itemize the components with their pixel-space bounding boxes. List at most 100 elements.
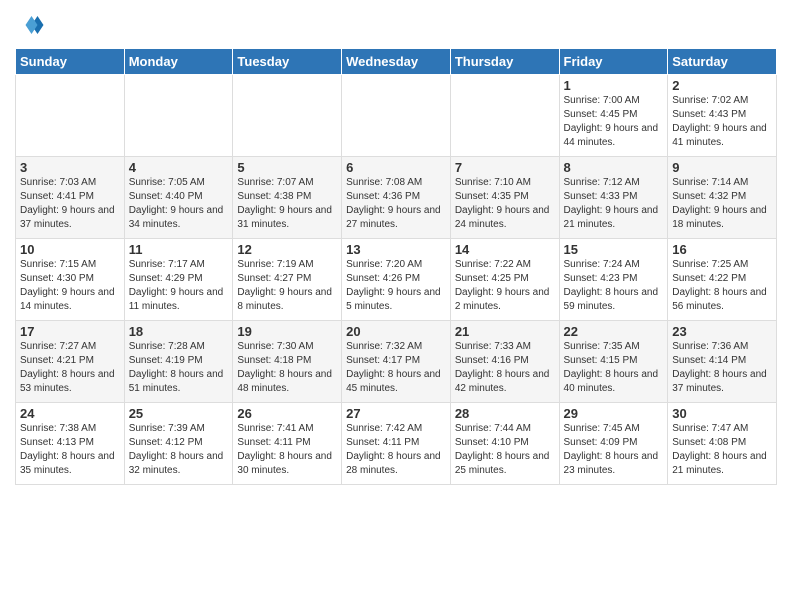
calendar-cell: 22Sunrise: 7:35 AM Sunset: 4:15 PM Dayli… xyxy=(559,321,668,403)
day-number: 2 xyxy=(672,78,772,93)
day-number: 8 xyxy=(564,160,664,175)
day-number: 30 xyxy=(672,406,772,421)
day-info: Sunrise: 7:38 AM Sunset: 4:13 PM Dayligh… xyxy=(20,422,120,478)
calendar-cell: 20Sunrise: 7:32 AM Sunset: 4:17 PM Dayli… xyxy=(342,321,451,403)
day-info: Sunrise: 7:39 AM Sunset: 4:12 PM Dayligh… xyxy=(129,422,229,478)
day-info: Sunrise: 7:45 AM Sunset: 4:09 PM Dayligh… xyxy=(564,422,664,478)
day-info: Sunrise: 7:12 AM Sunset: 4:33 PM Dayligh… xyxy=(564,176,664,232)
day-info: Sunrise: 7:27 AM Sunset: 4:21 PM Dayligh… xyxy=(20,340,120,396)
calendar-cell: 23Sunrise: 7:36 AM Sunset: 4:14 PM Dayli… xyxy=(668,321,777,403)
day-info: Sunrise: 7:15 AM Sunset: 4:30 PM Dayligh… xyxy=(20,258,120,314)
day-number: 3 xyxy=(20,160,120,175)
day-info: Sunrise: 7:25 AM Sunset: 4:22 PM Dayligh… xyxy=(672,258,772,314)
calendar-cell: 4Sunrise: 7:05 AM Sunset: 4:40 PM Daylig… xyxy=(124,157,233,239)
day-number: 9 xyxy=(672,160,772,175)
calendar-cell: 27Sunrise: 7:42 AM Sunset: 4:11 PM Dayli… xyxy=(342,403,451,485)
day-number: 23 xyxy=(672,324,772,339)
calendar-day-header: Wednesday xyxy=(342,49,451,75)
calendar-week-row: 3Sunrise: 7:03 AM Sunset: 4:41 PM Daylig… xyxy=(16,157,777,239)
day-info: Sunrise: 7:10 AM Sunset: 4:35 PM Dayligh… xyxy=(455,176,555,232)
day-number: 10 xyxy=(20,242,120,257)
calendar-cell: 28Sunrise: 7:44 AM Sunset: 4:10 PM Dayli… xyxy=(450,403,559,485)
day-number: 4 xyxy=(129,160,229,175)
calendar-cell: 6Sunrise: 7:08 AM Sunset: 4:36 PM Daylig… xyxy=(342,157,451,239)
day-info: Sunrise: 7:28 AM Sunset: 4:19 PM Dayligh… xyxy=(129,340,229,396)
day-number: 12 xyxy=(237,242,337,257)
calendar-cell: 5Sunrise: 7:07 AM Sunset: 4:38 PM Daylig… xyxy=(233,157,342,239)
day-number: 5 xyxy=(237,160,337,175)
day-number: 26 xyxy=(237,406,337,421)
day-info: Sunrise: 7:00 AM Sunset: 4:45 PM Dayligh… xyxy=(564,94,664,150)
logo xyxy=(15,10,49,40)
calendar-day-header: Tuesday xyxy=(233,49,342,75)
page-header xyxy=(15,10,777,40)
calendar-day-header: Sunday xyxy=(16,49,125,75)
day-number: 29 xyxy=(564,406,664,421)
calendar-cell: 13Sunrise: 7:20 AM Sunset: 4:26 PM Dayli… xyxy=(342,239,451,321)
calendar-week-row: 17Sunrise: 7:27 AM Sunset: 4:21 PM Dayli… xyxy=(16,321,777,403)
calendar-cell: 16Sunrise: 7:25 AM Sunset: 4:22 PM Dayli… xyxy=(668,239,777,321)
day-number: 6 xyxy=(346,160,446,175)
page-container: SundayMondayTuesdayWednesdayThursdayFrid… xyxy=(0,0,792,490)
day-info: Sunrise: 7:24 AM Sunset: 4:23 PM Dayligh… xyxy=(564,258,664,314)
day-number: 18 xyxy=(129,324,229,339)
calendar-cell xyxy=(16,75,125,157)
day-info: Sunrise: 7:47 AM Sunset: 4:08 PM Dayligh… xyxy=(672,422,772,478)
calendar-cell: 29Sunrise: 7:45 AM Sunset: 4:09 PM Dayli… xyxy=(559,403,668,485)
day-info: Sunrise: 7:14 AM Sunset: 4:32 PM Dayligh… xyxy=(672,176,772,232)
calendar-cell: 10Sunrise: 7:15 AM Sunset: 4:30 PM Dayli… xyxy=(16,239,125,321)
day-number: 24 xyxy=(20,406,120,421)
day-number: 27 xyxy=(346,406,446,421)
day-number: 13 xyxy=(346,242,446,257)
day-info: Sunrise: 7:07 AM Sunset: 4:38 PM Dayligh… xyxy=(237,176,337,232)
day-info: Sunrise: 7:17 AM Sunset: 4:29 PM Dayligh… xyxy=(129,258,229,314)
calendar-cell: 19Sunrise: 7:30 AM Sunset: 4:18 PM Dayli… xyxy=(233,321,342,403)
day-number: 25 xyxy=(129,406,229,421)
day-number: 22 xyxy=(564,324,664,339)
day-info: Sunrise: 7:02 AM Sunset: 4:43 PM Dayligh… xyxy=(672,94,772,150)
calendar-cell xyxy=(450,75,559,157)
day-info: Sunrise: 7:20 AM Sunset: 4:26 PM Dayligh… xyxy=(346,258,446,314)
day-info: Sunrise: 7:22 AM Sunset: 4:25 PM Dayligh… xyxy=(455,258,555,314)
calendar-body: 1Sunrise: 7:00 AM Sunset: 4:45 PM Daylig… xyxy=(16,75,777,485)
calendar-week-row: 1Sunrise: 7:00 AM Sunset: 4:45 PM Daylig… xyxy=(16,75,777,157)
calendar-cell: 14Sunrise: 7:22 AM Sunset: 4:25 PM Dayli… xyxy=(450,239,559,321)
day-info: Sunrise: 7:33 AM Sunset: 4:16 PM Dayligh… xyxy=(455,340,555,396)
calendar-week-row: 24Sunrise: 7:38 AM Sunset: 4:13 PM Dayli… xyxy=(16,403,777,485)
day-info: Sunrise: 7:35 AM Sunset: 4:15 PM Dayligh… xyxy=(564,340,664,396)
day-number: 28 xyxy=(455,406,555,421)
day-info: Sunrise: 7:30 AM Sunset: 4:18 PM Dayligh… xyxy=(237,340,337,396)
day-number: 11 xyxy=(129,242,229,257)
day-number: 1 xyxy=(564,78,664,93)
day-info: Sunrise: 7:36 AM Sunset: 4:14 PM Dayligh… xyxy=(672,340,772,396)
calendar-cell: 9Sunrise: 7:14 AM Sunset: 4:32 PM Daylig… xyxy=(668,157,777,239)
calendar-cell xyxy=(124,75,233,157)
day-info: Sunrise: 7:03 AM Sunset: 4:41 PM Dayligh… xyxy=(20,176,120,232)
day-number: 7 xyxy=(455,160,555,175)
calendar-day-header: Monday xyxy=(124,49,233,75)
calendar-cell: 8Sunrise: 7:12 AM Sunset: 4:33 PM Daylig… xyxy=(559,157,668,239)
calendar-cell: 15Sunrise: 7:24 AM Sunset: 4:23 PM Dayli… xyxy=(559,239,668,321)
day-info: Sunrise: 7:08 AM Sunset: 4:36 PM Dayligh… xyxy=(346,176,446,232)
day-number: 17 xyxy=(20,324,120,339)
calendar-table: SundayMondayTuesdayWednesdayThursdayFrid… xyxy=(15,48,777,485)
calendar-cell: 7Sunrise: 7:10 AM Sunset: 4:35 PM Daylig… xyxy=(450,157,559,239)
day-info: Sunrise: 7:42 AM Sunset: 4:11 PM Dayligh… xyxy=(346,422,446,478)
day-info: Sunrise: 7:41 AM Sunset: 4:11 PM Dayligh… xyxy=(237,422,337,478)
calendar-cell: 26Sunrise: 7:41 AM Sunset: 4:11 PM Dayli… xyxy=(233,403,342,485)
day-number: 21 xyxy=(455,324,555,339)
calendar-cell: 30Sunrise: 7:47 AM Sunset: 4:08 PM Dayli… xyxy=(668,403,777,485)
calendar-cell xyxy=(233,75,342,157)
calendar-day-header: Thursday xyxy=(450,49,559,75)
calendar-cell: 12Sunrise: 7:19 AM Sunset: 4:27 PM Dayli… xyxy=(233,239,342,321)
day-number: 15 xyxy=(564,242,664,257)
calendar-cell: 3Sunrise: 7:03 AM Sunset: 4:41 PM Daylig… xyxy=(16,157,125,239)
day-info: Sunrise: 7:44 AM Sunset: 4:10 PM Dayligh… xyxy=(455,422,555,478)
logo-icon xyxy=(15,10,45,40)
calendar-cell: 1Sunrise: 7:00 AM Sunset: 4:45 PM Daylig… xyxy=(559,75,668,157)
calendar-day-header: Saturday xyxy=(668,49,777,75)
calendar-cell: 25Sunrise: 7:39 AM Sunset: 4:12 PM Dayli… xyxy=(124,403,233,485)
day-number: 16 xyxy=(672,242,772,257)
calendar-cell: 2Sunrise: 7:02 AM Sunset: 4:43 PM Daylig… xyxy=(668,75,777,157)
day-info: Sunrise: 7:32 AM Sunset: 4:17 PM Dayligh… xyxy=(346,340,446,396)
